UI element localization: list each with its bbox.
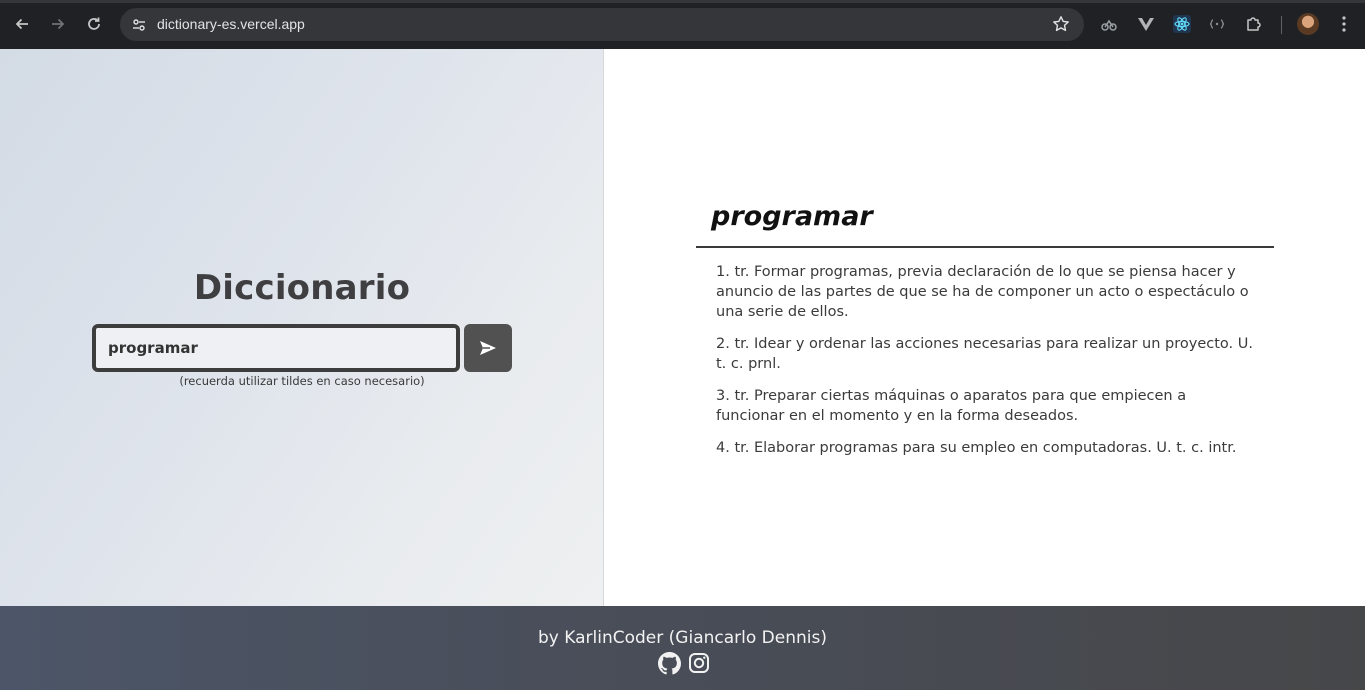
result-divider [696, 246, 1274, 248]
more-menu-button[interactable] [1334, 13, 1354, 35]
definition-item: 4. tr. Elaborar programas para su empleo… [716, 440, 1237, 456]
more-menu-icon [1342, 16, 1346, 32]
address-bar[interactable]: dictionary-es.vercel.app [120, 8, 1084, 41]
send-arrow-icon [480, 341, 496, 355]
site-settings-button[interactable] [128, 14, 150, 36]
profile-avatar[interactable] [1297, 13, 1319, 35]
url-text[interactable]: dictionary-es.vercel.app [157, 16, 305, 32]
definitions-list: 1. tr. Formar programas, previa declarac… [716, 262, 1256, 470]
definition-item: 1. tr. Formar programas, previa declarac… [716, 264, 1249, 320]
bookmark-star-button[interactable] [1052, 15, 1070, 37]
toolbar-divider [1281, 16, 1282, 34]
extension-button-4[interactable] [1207, 14, 1227, 34]
definition-item: 2. tr. Idear y ordenar las acciones nece… [716, 336, 1253, 372]
vue-devtools-icon [1138, 18, 1154, 31]
extension-button-2[interactable] [1136, 14, 1156, 34]
puzzle-extensions-icon [1247, 17, 1261, 31]
browser-toolbar: dictionary-es.vercel.app [0, 0, 1365, 49]
site-settings-icon [133, 19, 145, 31]
definition-item: 3. tr. Preparar ciertas máquinas o apara… [716, 388, 1187, 424]
reload-button[interactable] [82, 12, 106, 36]
extensions-menu-button[interactable] [1244, 14, 1264, 34]
social-links [657, 651, 713, 675]
search-input[interactable] [108, 336, 438, 360]
search-box[interactable] [92, 324, 460, 372]
forward-icon [52, 18, 65, 30]
app-title: Diccionario [193, 268, 411, 308]
extension-icon [1101, 19, 1117, 31]
instagram-link[interactable] [687, 651, 711, 675]
search-hint: (recuerda utilizar tildes en caso necesa… [179, 374, 425, 388]
footer-credit: by KarlinCoder (Giancarlo Dennis) [538, 628, 827, 648]
bookmark-star-icon [1053, 16, 1069, 32]
braces-extension-icon [1209, 19, 1225, 29]
extension-button-3[interactable] [1172, 14, 1192, 34]
instagram-icon [689, 653, 709, 673]
react-devtools-icon [1173, 15, 1191, 33]
forward-button[interactable] [46, 12, 70, 36]
result-word: programar [711, 201, 873, 232]
reload-icon [88, 17, 100, 30]
github-icon [657, 651, 681, 674]
back-button[interactable] [10, 12, 34, 36]
search-submit-button[interactable] [464, 324, 512, 372]
tabstrip-edge [0, 0, 1365, 3]
footer: by KarlinCoder (Giancarlo Dennis) [0, 606, 1365, 690]
back-icon [15, 18, 28, 30]
extension-button-1[interactable] [1099, 14, 1119, 34]
github-link[interactable] [657, 651, 681, 675]
